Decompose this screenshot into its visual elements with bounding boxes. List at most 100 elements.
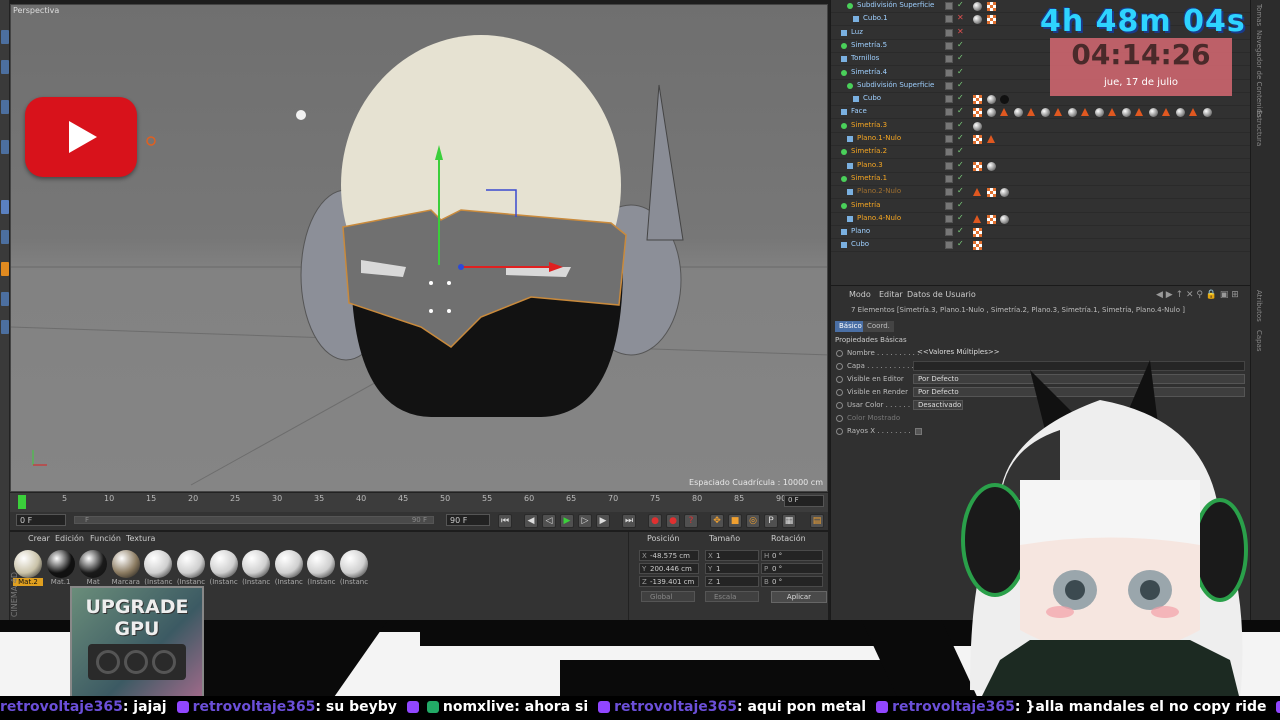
visibility-toggle[interactable] [945,2,953,10]
move-key-button[interactable]: ✥ [710,514,724,528]
pla-key-button[interactable]: ▦ [782,514,796,528]
tool-icon[interactable] [1,320,9,334]
phong-tag-icon[interactable] [986,135,995,143]
visibility-toggle[interactable] [945,214,953,223]
material-swatch[interactable] [79,550,108,578]
material-tag-icon[interactable] [986,95,996,105]
object-row[interactable]: Plano.4-Nulo ✓ [831,213,1251,226]
visibility-toggle[interactable] [945,174,953,183]
material-menu-item[interactable]: Función [90,534,121,543]
enable-check-icon[interactable]: ✓ [957,226,964,235]
visibility-toggle[interactable] [945,228,953,237]
enable-check-icon[interactable]: ✓ [957,93,964,102]
property-value[interactable]: <<Valores Múltiples>> [913,348,1245,358]
side-tab[interactable]: Tomas [1255,4,1263,26]
tool-icon[interactable] [1,60,9,74]
material-swatch[interactable] [307,550,336,578]
rotate-key-button[interactable]: ◎ [746,514,760,528]
texture-tag-icon[interactable] [986,188,996,198]
tool-icon[interactable] [1,292,9,306]
animate-radio[interactable] [836,402,843,409]
scale-key-button[interactable]: ■ [728,514,742,528]
enable-check-icon[interactable]: ✓ [957,160,964,169]
attribute-menu-item[interactable]: Datos de Usuario [907,290,976,299]
material-tag-icon[interactable] [1013,108,1023,118]
material-menu-item[interactable]: Textura [126,534,155,543]
material-tag-icon[interactable] [986,161,996,171]
visibility-toggle[interactable] [945,201,953,210]
material-tag-icon[interactable] [1094,108,1104,118]
coord-size-field[interactable]: Y1 [705,563,759,574]
texture-tag-icon[interactable] [973,135,982,144]
param-key-button[interactable]: P [764,514,778,528]
material-menu-item[interactable]: Crear [28,534,50,543]
visibility-toggle[interactable] [945,81,953,90]
3d-viewport[interactable]: Perspectiva Espaciado Cuadrícula : 10000… [10,4,828,492]
phong-tag-icon[interactable] [1162,108,1170,117]
visibility-toggle[interactable] [945,121,953,130]
tool-icon[interactable] [1,30,9,44]
material-swatch[interactable] [209,550,238,578]
object-row[interactable]: Plano ✓ [831,226,1251,240]
autokey-button[interactable]: ● [666,514,680,528]
enable-check-icon[interactable]: ✓ [957,0,964,9]
enable-check-icon[interactable]: ✓ [957,40,964,49]
material-tag-icon[interactable] [1121,108,1131,118]
material-tag-icon[interactable] [1148,108,1158,118]
animate-radio[interactable] [836,363,843,370]
animate-radio[interactable] [836,389,843,396]
material-swatch[interactable] [111,550,140,578]
side-tab[interactable]: Navegador de Contenido [1255,30,1263,117]
phong-tag-icon[interactable] [1189,108,1197,117]
timeline-button[interactable]: ▤ [810,514,824,528]
visibility-toggle[interactable] [945,95,953,104]
tool-icon[interactable] [1,230,9,244]
phong-tag-icon[interactable] [1135,108,1143,117]
enable-check-icon[interactable]: ✓ [957,239,964,248]
enable-check-icon[interactable]: ✓ [957,80,964,89]
material-tag-icon[interactable] [1202,108,1212,118]
material-swatch[interactable] [46,550,75,578]
visibility-toggle[interactable] [945,161,953,170]
texture-tag-icon[interactable] [973,228,982,238]
size-mode-dropdown[interactable]: Escala [705,591,759,602]
texture-tag-icon[interactable] [973,161,982,171]
material-swatch[interactable] [242,550,271,578]
texture-tag-icon[interactable] [986,2,996,11]
side-tab[interactable]: Estructura [1255,110,1263,146]
coord-size-field[interactable]: X1 [705,550,759,561]
object-row[interactable]: Face ✓ [831,106,1251,120]
material-tag-icon[interactable] [973,2,982,11]
prev-key-button[interactable]: ◀ [524,514,538,528]
go-end-button[interactable]: ⏭ [622,514,636,528]
prev-frame-button[interactable]: ◁ [542,514,556,528]
phong-tag-icon[interactable] [973,188,981,197]
texture-tag-icon[interactable] [973,108,982,118]
material-tag-icon[interactable] [1000,214,1009,224]
material-tag-icon[interactable] [1000,188,1009,198]
coord-pos-field[interactable]: Z -139.401 cm [639,576,699,587]
timeline-ruler[interactable]: 0510152025303540455055606570758085900 F [10,492,828,512]
next-frame-button[interactable]: ▷ [578,514,592,528]
enable-check-icon[interactable]: ✓ [957,186,964,195]
material-menu-item[interactable]: Edición [55,534,84,543]
visibility-toggle[interactable] [945,188,953,197]
enable-check-icon[interactable]: ✓ [957,133,964,142]
object-row[interactable]: Plano.3 ✓ [831,160,1251,173]
material-tag-icon[interactable] [986,108,996,118]
object-row[interactable]: Cubo ✓ [831,239,1251,253]
coord-pos-field[interactable]: X -48.575 cm [639,550,699,561]
visibility-toggle[interactable] [945,241,953,250]
coord-rot-field[interactable]: H0 ° [761,550,823,561]
texture-tag-icon[interactable] [986,15,996,25]
enable-check-icon[interactable]: ✕ [957,13,964,22]
visibility-toggle[interactable] [945,55,953,64]
timeline-end-field[interactable]: 0 F [784,495,824,507]
visibility-toggle[interactable] [945,135,953,143]
enable-check-icon[interactable]: ✓ [957,146,964,155]
attribute-menu-item[interactable]: Editar [879,290,903,299]
phong-tag-icon[interactable] [973,214,981,223]
texture-tag-icon[interactable] [973,241,982,251]
phong-tag-icon[interactable] [1000,108,1008,117]
animate-radio[interactable] [836,376,843,383]
